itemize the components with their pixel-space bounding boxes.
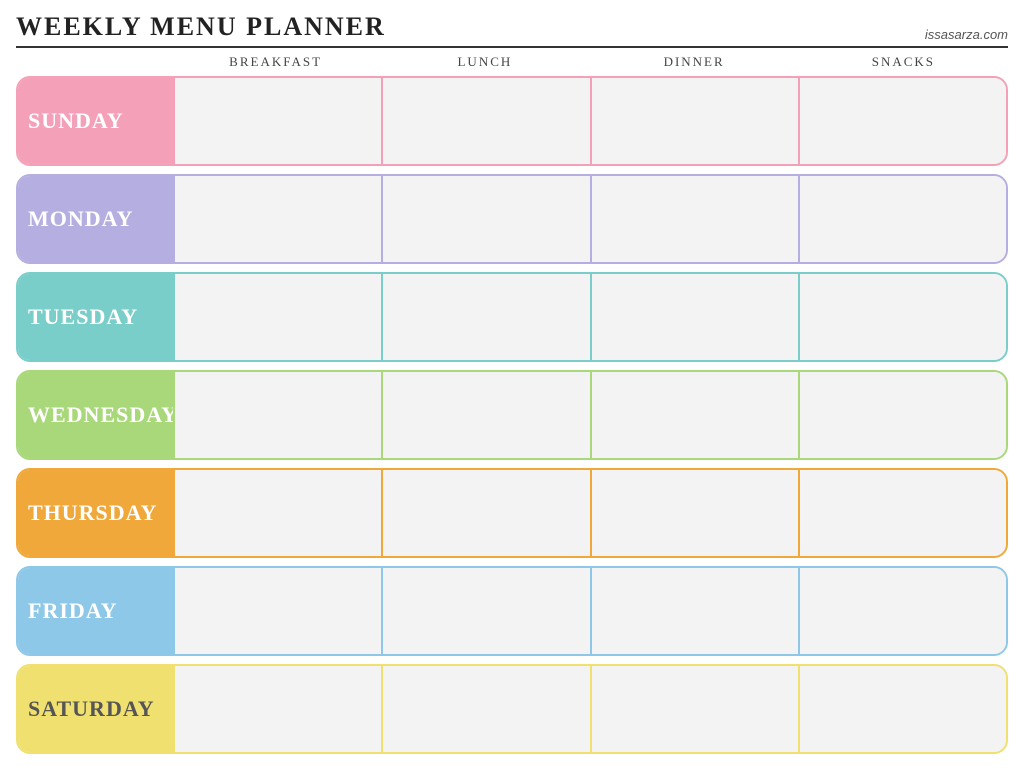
- cell-wednesday-snacks[interactable]: [798, 372, 1006, 458]
- page-title: Weekly Menu Planner: [16, 12, 386, 42]
- cell-monday-lunch[interactable]: [381, 176, 589, 262]
- website-label: issasarza.com: [925, 27, 1008, 42]
- cell-sunday-dinner[interactable]: [590, 78, 798, 164]
- col-snacks: Snacks: [799, 54, 1008, 70]
- column-headers: Breakfast Lunch Dinner Snacks: [16, 54, 1008, 70]
- label-friday: Friday: [18, 568, 173, 654]
- cell-friday-breakfast[interactable]: [173, 568, 381, 654]
- cell-monday-breakfast[interactable]: [173, 176, 381, 262]
- col-dinner: Dinner: [590, 54, 799, 70]
- cell-thursday-breakfast[interactable]: [173, 470, 381, 556]
- label-monday: Monday: [18, 176, 173, 262]
- row-friday: Friday: [16, 566, 1008, 656]
- cell-sunday-breakfast[interactable]: [173, 78, 381, 164]
- cell-thursday-lunch[interactable]: [381, 470, 589, 556]
- cell-friday-lunch[interactable]: [381, 568, 589, 654]
- cell-saturday-lunch[interactable]: [381, 666, 589, 752]
- cell-tuesday-lunch[interactable]: [381, 274, 589, 360]
- label-thursday: Thursday: [18, 470, 173, 556]
- cell-tuesday-breakfast[interactable]: [173, 274, 381, 360]
- cell-wednesday-breakfast[interactable]: [173, 372, 381, 458]
- row-saturday: Saturday: [16, 664, 1008, 754]
- label-sunday: Sunday: [18, 78, 173, 164]
- label-saturday: Saturday: [18, 666, 173, 752]
- cell-friday-snacks[interactable]: [798, 568, 1006, 654]
- cell-saturday-snacks[interactable]: [798, 666, 1006, 752]
- cell-friday-dinner[interactable]: [590, 568, 798, 654]
- page-header: Weekly Menu Planner issasarza.com: [16, 12, 1008, 48]
- cell-sunday-snacks[interactable]: [798, 78, 1006, 164]
- col-lunch: Lunch: [380, 54, 589, 70]
- row-wednesday: Wednesday: [16, 370, 1008, 460]
- label-wednesday: Wednesday: [18, 372, 173, 458]
- days-container: Sunday Monday Tuesday Wednesday Thursday Frid…: [16, 76, 1008, 769]
- cell-wednesday-lunch[interactable]: [381, 372, 589, 458]
- row-tuesday: Tuesday: [16, 272, 1008, 362]
- cell-tuesday-dinner[interactable]: [590, 274, 798, 360]
- row-thursday: Thursday: [16, 468, 1008, 558]
- label-tuesday: Tuesday: [18, 274, 173, 360]
- row-sunday: Sunday: [16, 76, 1008, 166]
- col-breakfast: Breakfast: [171, 54, 380, 70]
- cell-saturday-breakfast[interactable]: [173, 666, 381, 752]
- cell-thursday-dinner[interactable]: [590, 470, 798, 556]
- row-monday: Monday: [16, 174, 1008, 264]
- cell-sunday-lunch[interactable]: [381, 78, 589, 164]
- cell-tuesday-snacks[interactable]: [798, 274, 1006, 360]
- cell-wednesday-dinner[interactable]: [590, 372, 798, 458]
- cell-monday-dinner[interactable]: [590, 176, 798, 262]
- cell-thursday-snacks[interactable]: [798, 470, 1006, 556]
- cell-saturday-dinner[interactable]: [590, 666, 798, 752]
- cell-monday-snacks[interactable]: [798, 176, 1006, 262]
